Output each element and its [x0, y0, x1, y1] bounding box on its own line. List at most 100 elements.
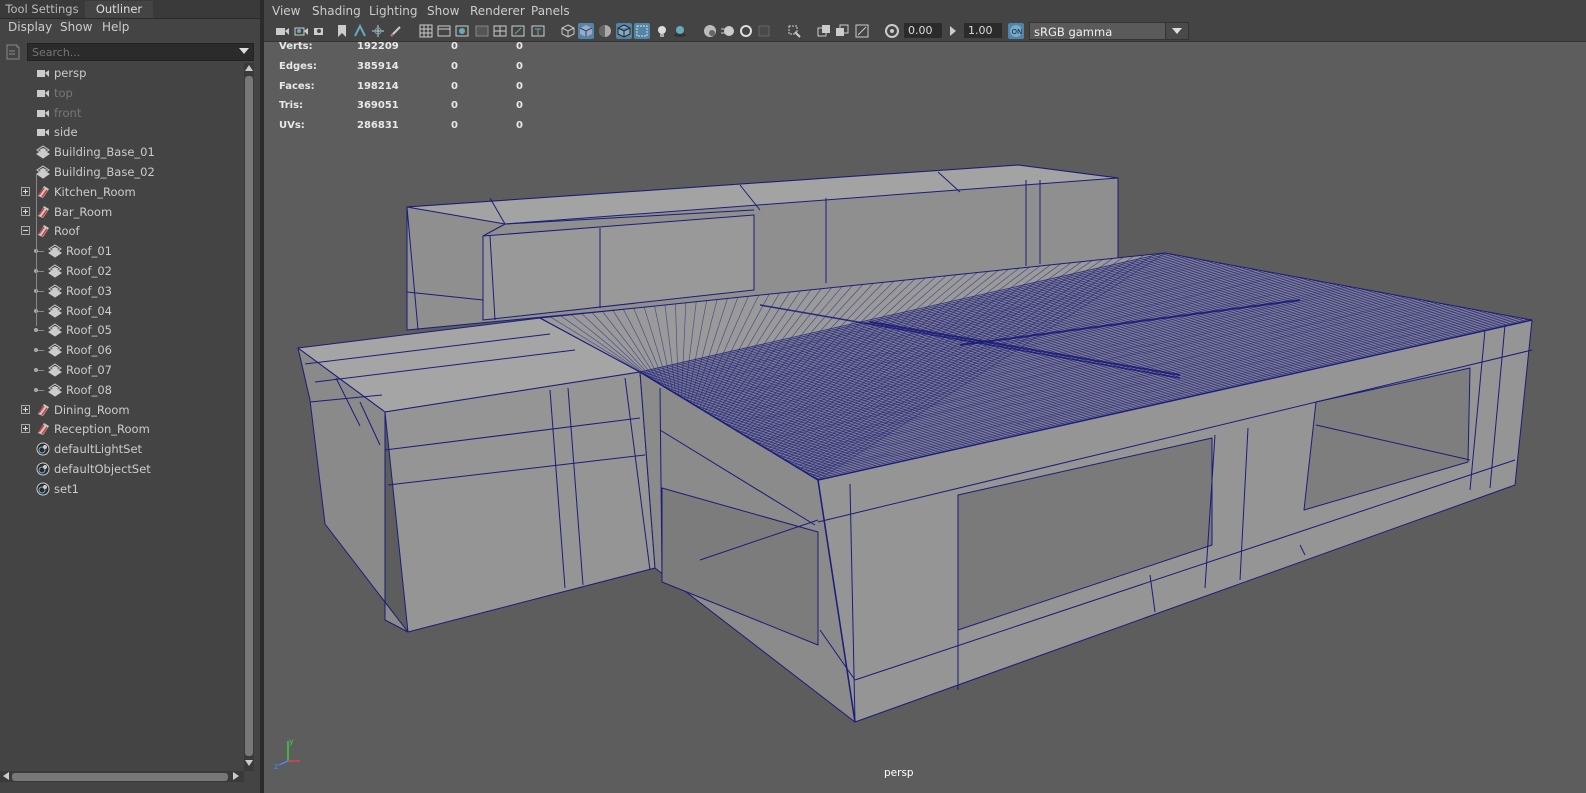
expand-plus-icon[interactable]: [21, 206, 30, 216]
hud-value: 198214: [357, 80, 399, 92]
resolution-gate-icon[interactable]: [454, 23, 470, 39]
color-management-icon[interactable]: ON: [1008, 23, 1024, 39]
depth-of-field-icon[interactable]: [756, 23, 772, 39]
image-plane-icon[interactable]: [352, 23, 368, 39]
safe-title-icon[interactable]: [530, 23, 546, 39]
tab-outliner[interactable]: Outliner: [85, 1, 153, 18]
scroll-left-arrow-icon[interactable]: [3, 772, 9, 780]
menu-show[interactable]: Show: [427, 4, 459, 18]
color-space-dropdown[interactable]: sRGB gamma: [1029, 22, 1189, 40]
grease-pencil-icon[interactable]: [388, 23, 404, 39]
shadows-icon[interactable]: [672, 23, 688, 39]
search-input[interactable]: [27, 43, 254, 61]
svg-text:ON: ON: [1012, 28, 1023, 36]
viewport-panel: View Shading Lighting Show Renderer Pane…: [264, 0, 1586, 793]
camera-attributes-icon[interactable]: [293, 23, 309, 39]
film-gate-icon[interactable]: [436, 23, 452, 39]
outliner-item-label: Dining_Room: [54, 402, 130, 417]
outliner-item-label: defaultObjectSet: [54, 462, 151, 476]
outliner-item-roof-08[interactable]: Roof_08: [0, 380, 244, 400]
gamma-icon[interactable]: [946, 23, 962, 39]
set-icon: [35, 441, 51, 457]
view-transform-icon[interactable]: [834, 23, 850, 39]
outliner-item-top[interactable]: top: [0, 83, 244, 103]
outliner-item-defaultlightset[interactable]: defaultLightSet: [0, 439, 244, 459]
select-camera-icon[interactable]: [274, 23, 290, 39]
chevron-down-icon[interactable]: [1165, 23, 1188, 39]
scroll-up-arrow-icon[interactable]: [245, 65, 253, 71]
menu-help[interactable]: Help: [102, 20, 129, 34]
menu-view[interactable]: View: [272, 4, 300, 18]
field-chart-icon[interactable]: [492, 23, 508, 39]
bookmark-icon[interactable]: [334, 23, 350, 39]
2d-pan-zoom-icon[interactable]: [370, 23, 386, 39]
tree-node-dot-icon: [34, 387, 38, 392]
vertical-scrollbar[interactable]: [244, 63, 254, 771]
bookmark-camera-icon[interactable]: [312, 23, 328, 39]
exposure-icon[interactable]: [884, 23, 900, 39]
menu-shading[interactable]: Shading: [312, 4, 361, 18]
hud-label: Faces:: [279, 80, 315, 92]
scroll-right-arrow-icon[interactable]: [233, 772, 239, 780]
xray-icon[interactable]: [634, 23, 650, 39]
anti-aliasing-icon[interactable]: [738, 23, 754, 39]
outliner-item-side[interactable]: side: [0, 122, 244, 142]
horizontal-scroll-thumb[interactable]: [12, 773, 228, 781]
search-icon[interactable]: [4, 43, 22, 61]
outliner-item-label: Building_Base_01: [54, 145, 155, 160]
tab-tool-settings[interactable]: Tool Settings: [0, 1, 84, 18]
use-all-lights-icon[interactable]: [654, 23, 670, 39]
grid-icon[interactable]: [418, 23, 434, 39]
hud-label: UVs:: [279, 120, 305, 132]
outliner-item-label: Roof_06: [66, 343, 112, 358]
outliner-item-set1[interactable]: set1: [0, 479, 244, 499]
use-default-material-icon[interactable]: [597, 23, 613, 39]
outliner-item-front[interactable]: front: [0, 103, 244, 123]
expand-plus-icon[interactable]: [21, 186, 30, 196]
hud-row-edges: Edges: 385914 0 0: [279, 61, 579, 81]
screen-space-ao-icon[interactable]: [702, 23, 718, 39]
resolution-icon[interactable]: [854, 23, 870, 39]
outliner-tree: persp top front side Building_Base_01 Buildin…: [0, 63, 244, 763]
motion-blur-icon[interactable]: [720, 23, 736, 39]
outliner-item-label: Roof_02: [66, 264, 112, 278]
exposure-field[interactable]: 0.00: [904, 23, 942, 38]
menu-panels[interactable]: Panels: [531, 4, 570, 18]
expand-plus-icon[interactable]: [21, 404, 30, 414]
menu-renderer[interactable]: Renderer: [470, 4, 525, 18]
outliner-item-defaultobjectset[interactable]: defaultObjectSet: [0, 459, 244, 479]
outliner-item-label: top: [54, 85, 73, 100]
expand-plus-icon[interactable]: [21, 424, 30, 434]
hud-value: 0: [516, 80, 523, 92]
group-icon: [35, 223, 51, 239]
wireframe-shading-icon[interactable]: [560, 23, 576, 39]
collapse-minus-icon[interactable]: [21, 226, 30, 236]
search-options-chevron-down-icon[interactable]: [239, 48, 249, 54]
wireframe-on-shaded-icon[interactable]: [616, 23, 632, 39]
scroll-down-arrow-icon[interactable]: [245, 760, 253, 766]
menu-lighting[interactable]: Lighting: [369, 4, 418, 18]
search-row: [0, 41, 258, 63]
menu-display[interactable]: Display: [8, 20, 52, 34]
mesh-icon: [47, 243, 63, 259]
vertical-scroll-thumb[interactable]: [245, 76, 253, 756]
safe-action-icon[interactable]: [510, 23, 526, 39]
view-axis-icon: y z: [272, 735, 302, 771]
component-display-icon[interactable]: [816, 23, 832, 39]
outliner-item-building-base-01[interactable]: Building_Base_01: [0, 142, 244, 162]
outliner-item-label: Roof: [54, 224, 80, 239]
smooth-shade-all-icon[interactable]: [578, 23, 594, 39]
outliner-item-label: Roof_07: [66, 363, 112, 377]
outliner-item-roof-06[interactable]: Roof_06: [0, 340, 244, 360]
gate-mask-icon[interactable]: [474, 23, 490, 39]
outliner-item-label: Roof_08: [66, 382, 112, 397]
isolate-select-icon[interactable]: [786, 23, 802, 39]
outliner-item-dining-room[interactable]: Dining_Room: [0, 400, 244, 420]
menu-show[interactable]: Show: [60, 20, 92, 34]
color-space-value: sRGB gamma: [1034, 25, 1113, 39]
gamma-field[interactable]: 1.00: [964, 23, 1002, 38]
outliner-item-persp[interactable]: persp: [0, 63, 244, 83]
outliner-item-roof-07[interactable]: Roof_07: [0, 360, 244, 380]
horizontal-scrollbar[interactable]: [0, 771, 244, 782]
outliner-item-reception-room[interactable]: Reception_Room: [0, 419, 244, 439]
